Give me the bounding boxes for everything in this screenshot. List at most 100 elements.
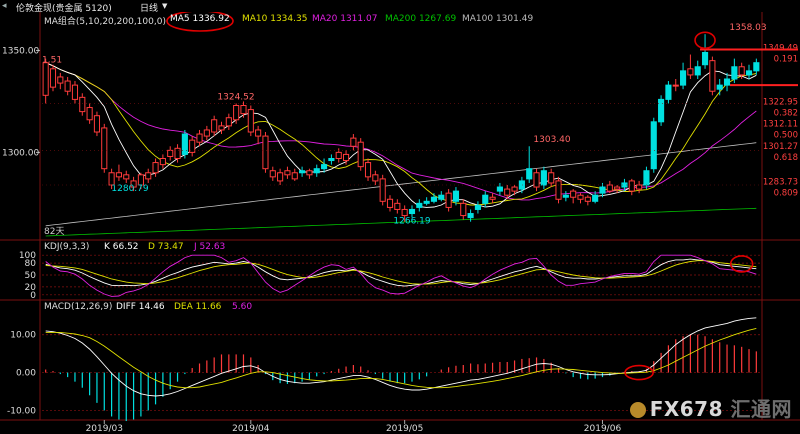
candlesticks: [42, 34, 760, 222]
kdj-tick-label: 50: [25, 271, 37, 281]
ma-group-label[interactable]: MA组合(5,10,20,200,100,0): [44, 14, 166, 27]
candle-body: [518, 180, 525, 190]
candle-body: [364, 162, 372, 178]
fib-level-label: 0.191: [774, 55, 798, 65]
x-tick-label: 2019/05: [386, 424, 423, 434]
x-axis-labels: 2019/03 2019/04 2019/05 2019/06: [86, 420, 622, 434]
candle-body: [606, 184, 613, 192]
candle-body: [42, 62, 49, 96]
candle-body: [167, 149, 174, 157]
candle-body: [738, 66, 745, 76]
fib-level-label: 1312.11: [763, 120, 798, 130]
candle-body: [650, 121, 657, 170]
candle-body: [174, 147, 181, 160]
candle-body: [299, 170, 306, 174]
watermark: FX678 汇通网: [629, 393, 792, 422]
candle-body: [438, 194, 445, 200]
ma5-line: [45, 62, 757, 208]
candle-body: [592, 194, 599, 202]
price-annotations: 1.51 1324.52 1280.79 1303.40 1266.19 1358.03 8…: [42, 23, 767, 237]
price-chart[interactable]: 1300.001350.000205080100-10.000.0010.002…: [0, 0, 800, 434]
ma5-label: MA5 1336.92: [170, 14, 230, 24]
ma200-label: MA200 1267.69: [385, 14, 457, 24]
candle-body: [357, 141, 364, 168]
candle-body: [57, 76, 64, 84]
kdj-tick-label: 20: [25, 283, 37, 293]
candle-body: [570, 190, 577, 198]
macd-tick-label: 10.00: [10, 331, 36, 341]
period-dropdown-icon[interactable]: ▼: [162, 2, 167, 10]
price-annotation: 1280.79: [111, 184, 148, 194]
candle-body: [247, 109, 254, 133]
candle-body: [386, 198, 394, 208]
moving-averages: [45, 62, 757, 237]
candle-body: [709, 60, 716, 92]
ma100-line: [45, 142, 757, 227]
candle-body: [372, 174, 379, 182]
watermark-brand: FX678: [649, 397, 724, 421]
fx678-logo-icon: [629, 402, 646, 418]
candle-body: [196, 133, 203, 143]
candle-body: [394, 202, 401, 210]
x-tick-label: 2019/03: [86, 424, 123, 434]
kdj-j-line: [45, 254, 757, 297]
candle-body: [636, 184, 643, 190]
kdj-name-label[interactable]: KDJ(9,3,3): [44, 242, 89, 252]
candle-body: [430, 196, 438, 202]
price-annotation: 1.51: [42, 56, 62, 66]
candle-body: [694, 66, 701, 76]
candle-body: [452, 190, 460, 202]
candle-body: [277, 172, 284, 182]
dropdown-arrow-icon[interactable]: ◂: [2, 1, 7, 11]
candle-body: [628, 180, 635, 192]
candle-body: [71, 84, 79, 100]
candle-body: [225, 117, 232, 127]
macd-value-label: 5.60: [232, 302, 253, 312]
symbol-title[interactable]: 伦敦金现(贵金属 5120): [16, 1, 112, 14]
fib-level-label: 0.500: [774, 131, 798, 141]
fib-level-label: 0.809: [774, 189, 798, 199]
candle-body: [504, 188, 511, 196]
watermark-cn: 汇通网: [730, 397, 792, 421]
candle-body: [211, 119, 218, 133]
candle-body: [548, 172, 555, 184]
macd-name-label[interactable]: MACD(12,26,9): [44, 302, 112, 312]
candle-body: [680, 70, 687, 86]
candle-body: [350, 137, 357, 147]
macd-dea-label: DEA 11.66: [174, 302, 222, 312]
ma10-label: MA10 1334.35: [242, 14, 308, 24]
candle-body: [474, 204, 481, 210]
fib-level-label: 1322.95: [763, 98, 798, 108]
fib-level-label: 1283.73: [763, 178, 798, 188]
candle-body: [79, 96, 86, 113]
candle-body: [335, 151, 342, 159]
candle-body: [408, 208, 416, 215]
candle-body: [123, 174, 130, 180]
candle-body: [342, 153, 350, 162]
candle-body: [86, 107, 93, 121]
candle-body: [255, 129, 262, 137]
days-count-label: 82天: [44, 227, 64, 237]
candle-body: [101, 127, 108, 170]
kdj-k-label: K 66.52: [104, 242, 139, 252]
ma20-label: MA20 1311.07: [312, 14, 378, 24]
candle-body: [753, 62, 760, 72]
candle-body: [643, 170, 650, 186]
macd-dea-line: [45, 327, 757, 389]
ma100-label: MA100 1301.49: [462, 14, 534, 24]
candle-body: [716, 84, 723, 90]
candle-body: [284, 170, 291, 176]
title-bar: ◂ 伦敦金现(贵金属 5120) 日线 ▼: [0, 0, 800, 14]
x-tick-label: 2019/06: [584, 424, 622, 434]
candle-body: [93, 115, 101, 133]
macd-tick-label: -10.00: [7, 406, 36, 416]
candle-body: [511, 186, 518, 192]
kdj-j-label: J 52.63: [194, 242, 226, 252]
candle-body: [577, 194, 584, 200]
period-label[interactable]: 日线: [140, 1, 158, 14]
candle-body: [658, 98, 665, 123]
candle-body: [203, 129, 210, 137]
ma20-line: [45, 62, 757, 201]
macd-tick-label: 0.00: [16, 369, 36, 379]
candle-body: [328, 158, 335, 162]
